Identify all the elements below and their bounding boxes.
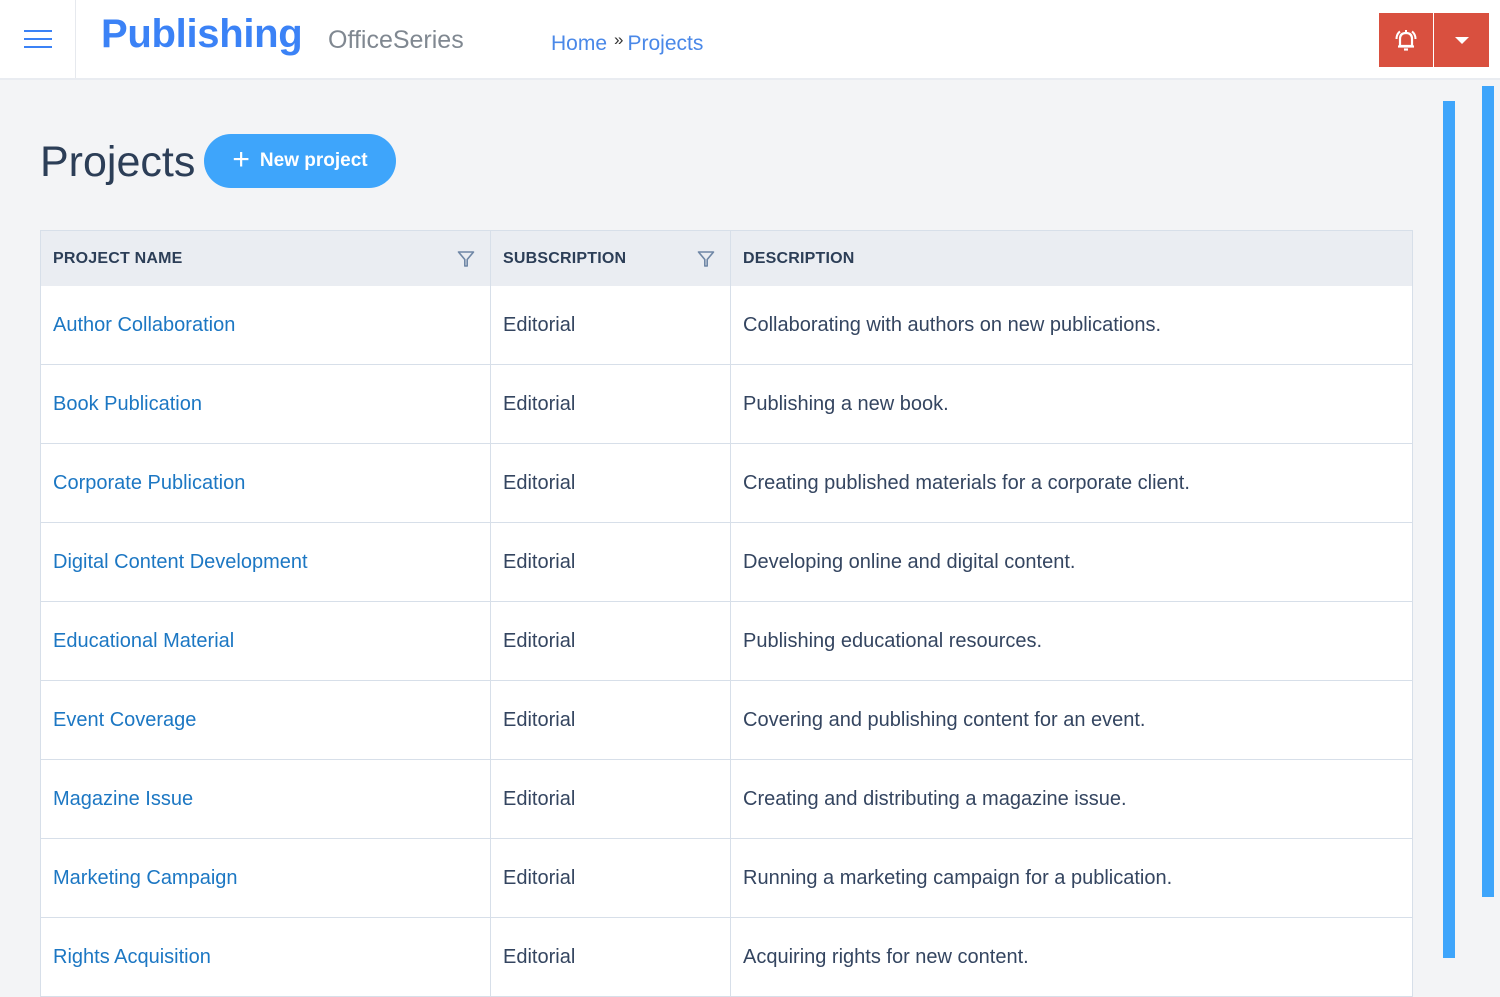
bell-alert-icon bbox=[1395, 30, 1417, 51]
cell-subscription: Editorial bbox=[491, 523, 731, 601]
app-brand[interactable]: Publishing bbox=[101, 12, 303, 57]
filter-icon[interactable] bbox=[697, 250, 715, 268]
breadcrumb: Home » Projects bbox=[551, 30, 704, 56]
description-text: Developing online and digital content. bbox=[743, 550, 1076, 573]
page-title: Projects bbox=[40, 138, 196, 186]
breadcrumb-home[interactable]: Home bbox=[551, 32, 607, 56]
column-header-label: SUBSCRIPTION bbox=[503, 249, 627, 267]
column-header-description: DESCRIPTION bbox=[731, 231, 1412, 286]
cell-description: Developing online and digital content. bbox=[731, 523, 1412, 601]
description-text: Running a marketing campaign for a publi… bbox=[743, 866, 1173, 889]
description-text: Covering and publishing content for an e… bbox=[743, 708, 1146, 731]
table-scrollbar[interactable] bbox=[1443, 101, 1455, 958]
cell-project-name: Digital Content Development bbox=[41, 523, 491, 601]
description-text: Collaborating with authors on new public… bbox=[743, 313, 1162, 336]
table-row[interactable]: Rights Acquisition Editorial Acquiring rig… bbox=[41, 918, 1412, 997]
cell-project-name: Event Coverage bbox=[41, 681, 491, 759]
project-link[interactable]: Digital Content Development bbox=[53, 551, 308, 574]
table-row[interactable]: Corporate Publication Editorial Creating p… bbox=[41, 444, 1412, 523]
table-row[interactable]: Book Publication Editorial Publishing a ne… bbox=[41, 365, 1412, 444]
table-row[interactable]: Author Collaboration Editorial Collaborati… bbox=[41, 286, 1412, 365]
cell-description: Covering and publishing content for an e… bbox=[731, 681, 1412, 759]
project-link[interactable]: Educational Material bbox=[53, 630, 234, 653]
alerts-button[interactable] bbox=[1379, 13, 1433, 67]
caret-down-icon bbox=[1454, 36, 1469, 44]
column-header-label: DESCRIPTION bbox=[743, 249, 855, 267]
cell-description: Acquiring rights for new content. bbox=[731, 918, 1412, 996]
table-row[interactable]: Magazine Issue Editorial Creating and dist… bbox=[41, 760, 1412, 839]
project-link[interactable]: Book Publication bbox=[53, 393, 202, 416]
description-text: Publishing educational resources. bbox=[743, 629, 1043, 652]
cell-subscription: Editorial bbox=[491, 286, 731, 364]
alert-button-group bbox=[1379, 13, 1489, 67]
column-header-label: PROJECT NAME bbox=[53, 249, 183, 267]
project-link[interactable]: Event Coverage bbox=[53, 709, 196, 732]
cell-subscription: Editorial bbox=[491, 602, 731, 680]
subscription-text: Editorial bbox=[503, 392, 576, 415]
menu-button[interactable] bbox=[0, 0, 76, 78]
projects-table: PROJECT NAME SUBSCRIPTION DESCRIPTION Au… bbox=[40, 230, 1413, 997]
cell-description: Publishing a new book. bbox=[731, 365, 1412, 443]
app-suite-name: OfficeSeries bbox=[328, 26, 464, 54]
subscription-text: Editorial bbox=[503, 945, 576, 968]
subscription-text: Editorial bbox=[503, 629, 576, 652]
description-text: Creating published materials for a corpo… bbox=[743, 471, 1190, 494]
cell-subscription: Editorial bbox=[491, 681, 731, 759]
cell-project-name: Marketing Campaign bbox=[41, 839, 491, 917]
cell-subscription: Editorial bbox=[491, 918, 731, 996]
subscription-text: Editorial bbox=[503, 550, 576, 573]
cell-description: Creating published materials for a corpo… bbox=[731, 444, 1412, 522]
cell-description: Publishing educational resources. bbox=[731, 602, 1412, 680]
filter-icon[interactable] bbox=[457, 250, 475, 268]
cell-project-name: Author Collaboration bbox=[41, 286, 491, 364]
project-link[interactable]: Corporate Publication bbox=[53, 472, 245, 495]
cell-project-name: Educational Material bbox=[41, 602, 491, 680]
top-bar: Publishing OfficeSeries Home » Projects bbox=[0, 0, 1500, 80]
cell-project-name: Corporate Publication bbox=[41, 444, 491, 522]
description-text: Publishing a new book. bbox=[743, 392, 949, 415]
description-text: Creating and distributing a magazine iss… bbox=[743, 787, 1127, 810]
project-link[interactable]: Magazine Issue bbox=[53, 788, 193, 811]
new-project-label: New project bbox=[259, 150, 368, 171]
new-project-button[interactable]: + New project bbox=[204, 134, 396, 188]
table-row[interactable]: Educational Material Editorial Publishing … bbox=[41, 602, 1412, 681]
breadcrumb-separator-icon: » bbox=[614, 30, 624, 49]
subscription-text: Editorial bbox=[503, 866, 576, 889]
plus-icon: + bbox=[232, 143, 250, 176]
table-header-row: PROJECT NAME SUBSCRIPTION DESCRIPTION bbox=[41, 231, 1412, 286]
cell-subscription: Editorial bbox=[491, 760, 731, 838]
subscription-text: Editorial bbox=[503, 471, 576, 494]
project-link[interactable]: Author Collaboration bbox=[53, 314, 235, 337]
table-row[interactable]: Event Coverage Editorial Covering and publ… bbox=[41, 681, 1412, 760]
subscription-text: Editorial bbox=[503, 313, 576, 336]
hamburger-menu-icon bbox=[23, 30, 52, 48]
cell-project-name: Magazine Issue bbox=[41, 760, 491, 838]
project-link[interactable]: Rights Acquisition bbox=[53, 946, 211, 969]
account-dropdown-button[interactable] bbox=[1434, 13, 1489, 67]
cell-subscription: Editorial bbox=[491, 365, 731, 443]
cell-project-name: Book Publication bbox=[41, 365, 491, 443]
subscription-text: Editorial bbox=[503, 708, 576, 731]
column-header-subscription[interactable]: SUBSCRIPTION bbox=[491, 231, 731, 286]
project-link[interactable]: Marketing Campaign bbox=[53, 867, 238, 890]
table-row[interactable]: Marketing Campaign Editorial Running a mar… bbox=[41, 839, 1412, 918]
table-row[interactable]: Digital Content Development Editorial Deve… bbox=[41, 523, 1412, 602]
breadcrumb-projects[interactable]: Projects bbox=[628, 32, 704, 56]
column-header-project-name[interactable]: PROJECT NAME bbox=[41, 231, 491, 286]
cell-subscription: Editorial bbox=[491, 444, 731, 522]
description-text: Acquiring rights for new content. bbox=[743, 945, 1029, 968]
page-scrollbar[interactable] bbox=[1482, 86, 1494, 897]
subscription-text: Editorial bbox=[503, 787, 576, 810]
table-body: Author Collaboration Editorial Collaborati… bbox=[41, 286, 1412, 997]
cell-description: Running a marketing campaign for a publi… bbox=[731, 839, 1412, 917]
cell-description: Creating and distributing a magazine iss… bbox=[731, 760, 1412, 838]
cell-project-name: Rights Acquisition bbox=[41, 918, 491, 996]
cell-description: Collaborating with authors on new public… bbox=[731, 286, 1412, 364]
cell-subscription: Editorial bbox=[491, 839, 731, 917]
